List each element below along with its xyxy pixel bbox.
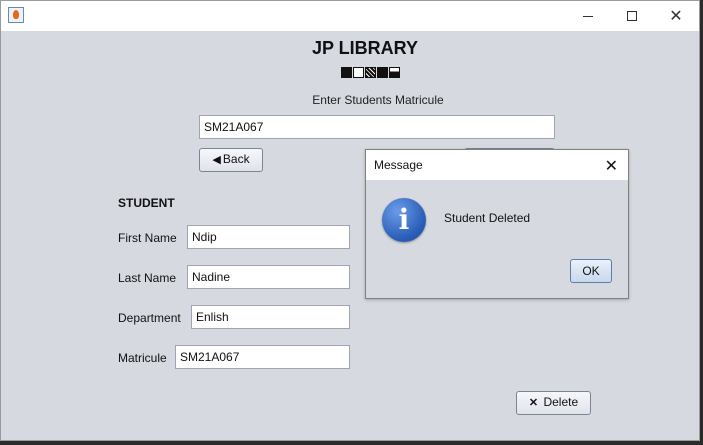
ok-button[interactable]: OK [570, 259, 612, 283]
dialog-title-bar: Message ✕ [366, 150, 628, 180]
book-icons [341, 67, 400, 79]
department-field[interactable]: Enlish [191, 305, 350, 329]
maximize-icon[interactable] [618, 5, 646, 27]
back-button-label: Back [222, 152, 250, 166]
message-dialog: Message ✕ i Student Deleted OK [365, 149, 629, 299]
student-section-title: STUDENT [118, 196, 175, 210]
minimize-icon[interactable] [574, 5, 602, 27]
back-button[interactable]: ◀ Back [199, 148, 263, 172]
first-name-field[interactable]: Ndip [187, 225, 350, 249]
page-title: JP LIBRARY [311, 38, 419, 58]
dialog-message: Student Deleted [444, 211, 531, 225]
last-name-label: Last Name [118, 271, 177, 285]
x-icon: ✕ [528, 397, 539, 409]
matricule-label: Matricule [118, 351, 167, 365]
book-icon [341, 67, 352, 78]
delete-button[interactable]: ✕ Delete [516, 391, 591, 415]
close-icon[interactable]: ✕ [605, 156, 618, 175]
close-icon[interactable]: ✕ [662, 5, 690, 27]
book-icon [365, 67, 376, 78]
dialog-title: Message [374, 158, 423, 172]
book-icon [353, 67, 364, 78]
title-bar: ✕ [1, 1, 699, 31]
book-icon [377, 67, 388, 78]
left-arrow-icon: ◀ [212, 154, 221, 166]
department-label: Department [118, 311, 181, 325]
info-icon: i [382, 198, 426, 242]
delete-button-label: Delete [543, 395, 579, 409]
first-name-label: First Name [118, 231, 177, 245]
last-name-field[interactable]: Nadine [187, 265, 350, 289]
matricule-field[interactable]: SM21A067 [175, 345, 350, 369]
java-icon [8, 7, 24, 23]
matricule-search-input[interactable]: SM21A067 [199, 115, 555, 139]
app-window: ✕ JP LIBRARY Enter Students Matricule SM… [0, 0, 700, 441]
search-prompt: Enter Students Matricule [312, 93, 444, 107]
book-icon [389, 67, 400, 78]
